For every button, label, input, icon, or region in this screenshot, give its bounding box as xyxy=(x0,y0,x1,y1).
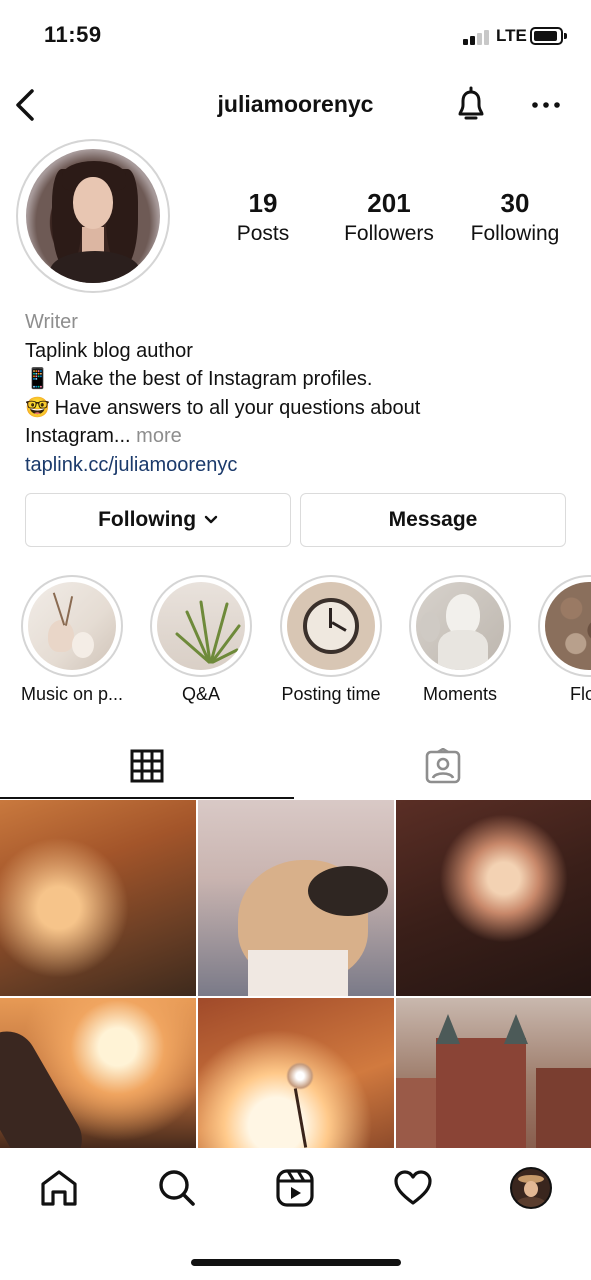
highlight-item[interactable]: Music on p... xyxy=(17,575,127,705)
highlight-label: Flow xyxy=(569,684,591,704)
notifications-button[interactable] xyxy=(452,85,490,125)
stat-posts[interactable]: 19 Posts xyxy=(198,188,328,246)
tagged-icon xyxy=(425,748,461,784)
stat-followers-value: 201 xyxy=(367,188,411,218)
post-thumbnail[interactable] xyxy=(396,998,591,1148)
highlight-cover xyxy=(157,582,245,670)
bio-category: Writer xyxy=(25,311,78,333)
highlight-label: Music on p... xyxy=(20,684,124,704)
bio-line-3: 🤓 Have answers to all your questions abo… xyxy=(25,394,570,423)
bio-line-4-text: Instagram... xyxy=(25,425,131,447)
home-indicator[interactable] xyxy=(191,1259,401,1266)
profile-avatar-ring[interactable] xyxy=(16,139,170,293)
tab-posts-grid[interactable] xyxy=(0,735,294,799)
bell-icon xyxy=(458,86,484,120)
bio-more-link[interactable]: more xyxy=(136,425,182,447)
grid-icon xyxy=(130,749,164,783)
stat-posts-label: Posts xyxy=(236,222,290,245)
highlight-cover xyxy=(28,582,116,670)
bio-line-3-text: Have answers to all your questions about xyxy=(54,396,421,419)
post-thumbnail[interactable] xyxy=(198,800,394,996)
bio-line-2-text: Make the best of Instagram profiles. xyxy=(54,368,373,390)
posts-grid xyxy=(0,800,591,1148)
post-thumbnail[interactable] xyxy=(0,800,196,996)
highlight-label: Q&A xyxy=(181,684,220,704)
tab-tagged[interactable] xyxy=(297,735,591,799)
post-thumbnail[interactable] xyxy=(0,998,196,1148)
home-icon xyxy=(41,1170,77,1206)
story-highlights: Music on p... Q&A Posting time Moments F… xyxy=(0,575,591,715)
post-thumbnail[interactable] xyxy=(396,800,591,996)
more-dots-icon xyxy=(532,102,560,108)
highlight-ring xyxy=(280,575,382,677)
highlight-item[interactable]: Moments xyxy=(405,575,515,705)
phone-emoji-icon: 📱 xyxy=(25,368,50,390)
bottom-nav xyxy=(0,1150,591,1230)
highlight-label: Moments xyxy=(422,684,498,704)
heart-icon xyxy=(394,1170,432,1205)
status-time: 11:59 xyxy=(44,22,102,47)
stat-following-label: Following xyxy=(470,222,560,245)
stat-followers[interactable]: 201 Followers xyxy=(324,188,454,246)
profile-avatar xyxy=(26,149,160,283)
nerd-emoji-icon: 🤓 xyxy=(25,396,50,419)
profile-tabs xyxy=(0,735,591,799)
nav-activity-button[interactable] xyxy=(391,1166,435,1210)
signal-icon xyxy=(463,29,493,45)
active-tab-indicator xyxy=(0,797,294,799)
status-bar: 11:59 LTE xyxy=(0,0,591,70)
stat-following[interactable]: 30 Following xyxy=(450,188,580,246)
highlight-item[interactable]: Flow xyxy=(534,575,591,705)
bio-website-link[interactable]: taplink.cc/juliamoorenyc xyxy=(25,451,570,480)
nav-search-button[interactable] xyxy=(155,1166,199,1210)
highlight-label: Posting time xyxy=(281,684,381,704)
stat-following-value: 30 xyxy=(500,188,530,218)
bio-line-4: Instagram... more xyxy=(25,422,570,451)
nav-home-button[interactable] xyxy=(37,1166,81,1210)
highlight-ring xyxy=(150,575,252,677)
profile-avatar-small xyxy=(510,1167,552,1209)
network-label: LTE xyxy=(496,26,527,45)
highlight-item[interactable]: Q&A xyxy=(146,575,256,705)
highlight-cover xyxy=(416,582,504,670)
highlight-ring xyxy=(21,575,123,677)
post-thumbnail[interactable] xyxy=(198,998,394,1148)
profile-actions: Following Message xyxy=(25,493,566,547)
profile-bio: Writer Taplink blog author 📱 Make the be… xyxy=(25,308,570,479)
highlight-cover xyxy=(545,582,591,670)
following-button-label: Following xyxy=(98,508,197,531)
stat-followers-label: Followers xyxy=(344,222,434,245)
highlight-ring xyxy=(538,575,591,677)
stat-posts-value: 19 xyxy=(248,188,278,218)
profile-username: juliamoorenyc xyxy=(217,91,374,117)
reels-icon xyxy=(276,1169,314,1207)
nav-reels-button[interactable] xyxy=(273,1166,317,1210)
battery-icon xyxy=(530,27,567,45)
bio-line-1: Taplink blog author xyxy=(25,339,193,362)
nav-profile-button[interactable] xyxy=(509,1166,553,1210)
highlight-ring xyxy=(409,575,511,677)
highlight-cover xyxy=(287,582,375,670)
search-icon xyxy=(159,1170,195,1206)
profile-header: juliamoorenyc xyxy=(0,75,591,135)
more-options-button[interactable] xyxy=(530,89,562,121)
following-button[interactable]: Following xyxy=(25,493,291,547)
highlight-item[interactable]: Posting time xyxy=(276,575,386,705)
message-button[interactable]: Message xyxy=(300,493,566,547)
chevron-down-icon xyxy=(204,516,218,524)
bio-line-2: 📱 Make the best of Instagram profiles. xyxy=(25,365,570,394)
